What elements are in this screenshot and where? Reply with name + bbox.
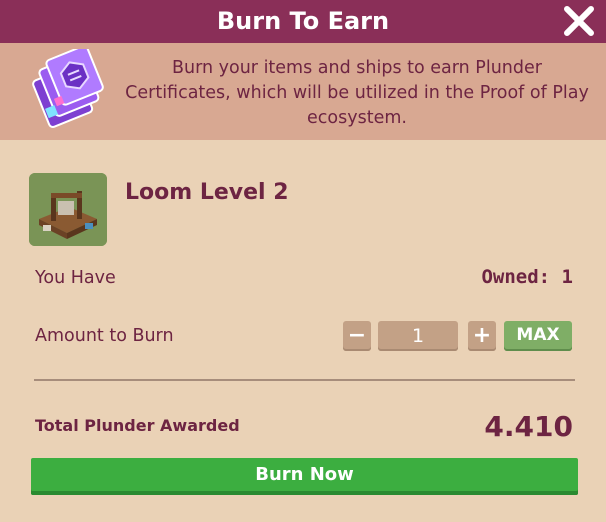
you-have-label: You Have [35, 268, 116, 288]
minus-icon: − [347, 323, 367, 348]
amount-input[interactable]: 1 [378, 321, 458, 351]
info-banner: Burn your items and ships to earn Plunde… [0, 43, 606, 140]
amount-to-burn-label: Amount to Burn [35, 326, 174, 346]
burn-now-button[interactable]: Burn Now [31, 458, 578, 495]
decrease-amount-button[interactable]: − [343, 321, 371, 351]
loom-building-icon [29, 173, 107, 246]
max-button[interactable]: MAX [504, 321, 572, 351]
divider [34, 379, 575, 381]
increase-amount-button[interactable]: + [468, 321, 496, 351]
banner-description: Burn your items and ships to earn Plunde… [125, 58, 589, 128]
close-icon[interactable] [562, 4, 596, 38]
plunder-certificate-icon [26, 45, 110, 133]
owned-count: Owned: 1 [481, 266, 573, 288]
modal-title: Burn To Earn [216, 7, 390, 35]
total-plunder-label: Total Plunder Awarded [35, 416, 240, 435]
plus-icon: + [472, 323, 492, 348]
burn-panel: Loom Level 2 You Have Owned: 1 Amount to… [0, 140, 606, 522]
total-plunder-value: 4.410 [484, 410, 573, 443]
modal-header: Burn To Earn [0, 0, 606, 43]
item-name: Loom Level 2 [125, 180, 289, 205]
